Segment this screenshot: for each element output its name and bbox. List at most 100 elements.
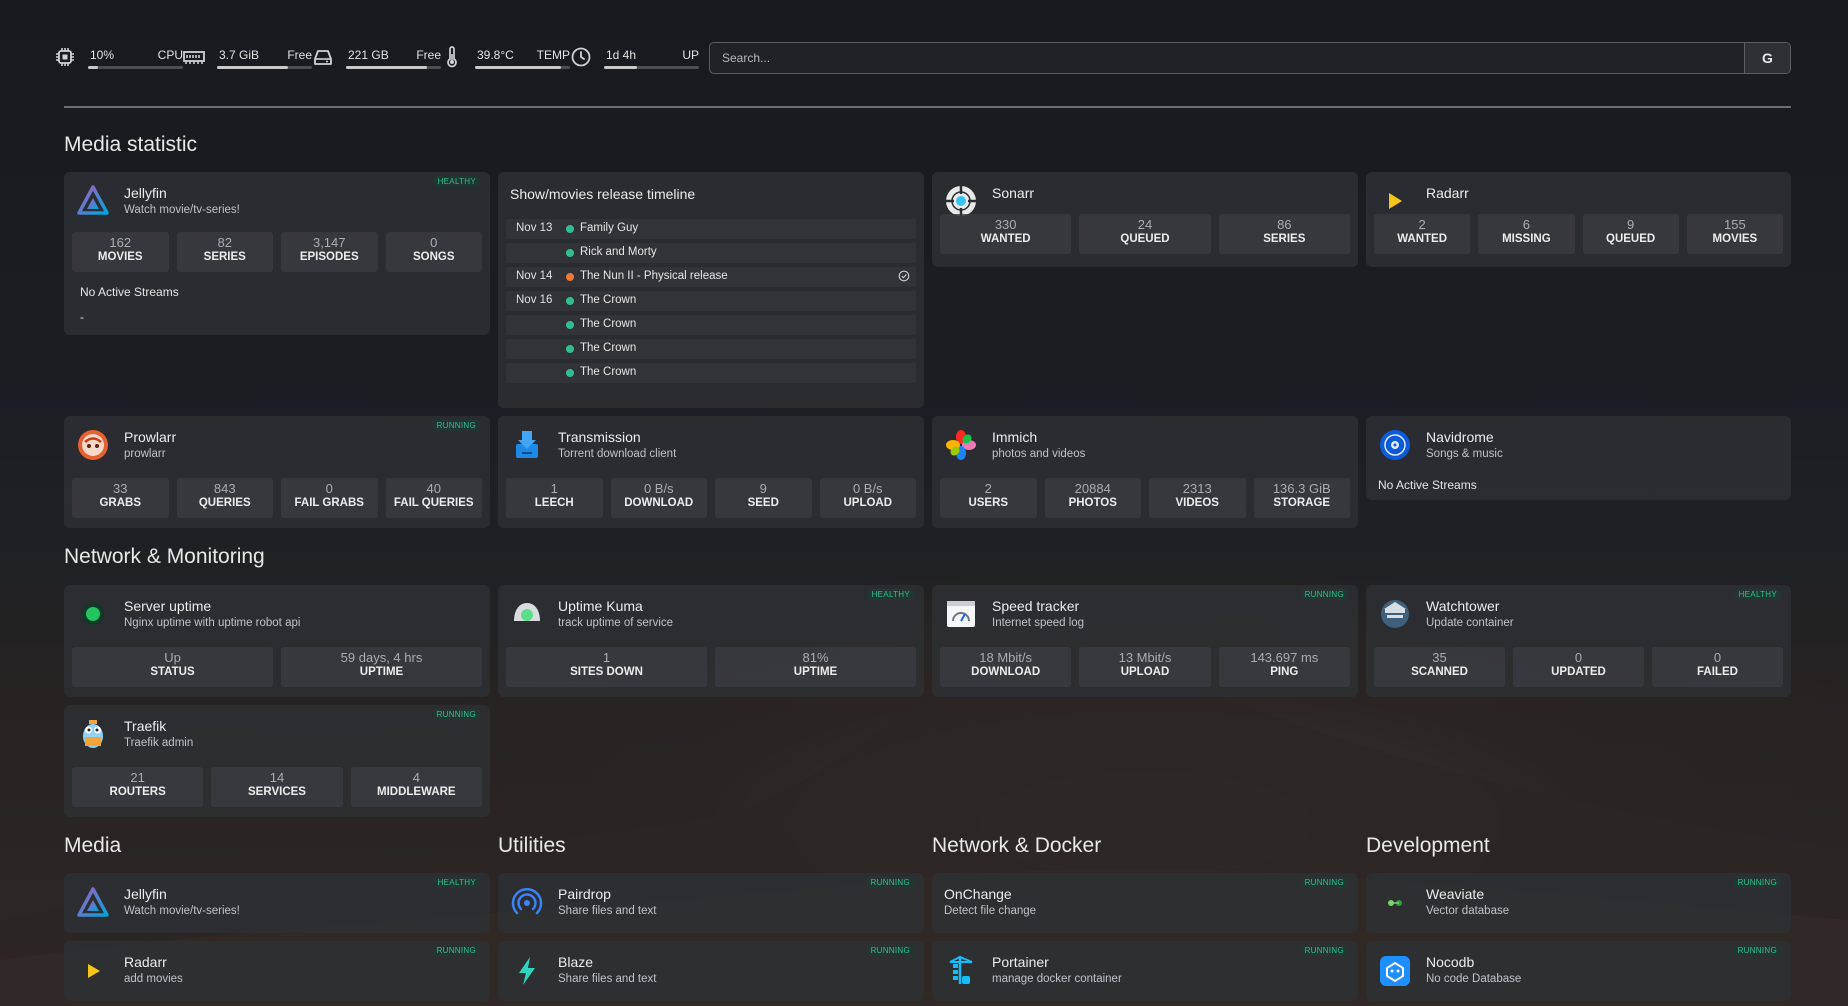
app-name: Navidrome [1426, 429, 1494, 445]
jellyfin-card[interactable]: HEALTHY Jellyfin Watch movie/tv-series! … [64, 172, 490, 335]
broadcast-icon [511, 887, 543, 915]
ram-label: Free [287, 48, 312, 62]
radarr-app-card[interactable]: RUNNING Radarr add movies [64, 941, 490, 1001]
stat-value: 2313 [1182, 481, 1212, 496]
ram-value: 3.7 GiB [219, 48, 260, 62]
timeline-row[interactable]: The Crown [506, 315, 916, 335]
uptime-kuma-card[interactable]: HEALTHY Uptime Kuma track uptime of serv… [498, 585, 924, 697]
server-uptime-card[interactable]: Server uptime Nginx uptime with uptime r… [64, 585, 490, 697]
portainer-app-card[interactable]: RUNNING Portainer manage docker containe… [932, 941, 1358, 1001]
stat-label: UPTIME [793, 666, 838, 678]
app-name: Transmission [558, 429, 641, 445]
section-title-media: Media [64, 834, 122, 857]
stat-label: WANTED [1397, 233, 1448, 245]
stat-label: GRABS [99, 497, 142, 509]
stat-status: Up STATUS [72, 647, 273, 687]
search-engine-button[interactable]: G [1744, 43, 1790, 73]
speed-tracker-card[interactable]: RUNNING Speed tracker Internet speed log… [932, 585, 1358, 697]
stat-label: MISSING [1502, 233, 1551, 245]
jellyfin-icon [77, 887, 109, 917]
stat-seed: 9 SEED [715, 478, 812, 518]
status-badge: HEALTHY [867, 589, 914, 600]
stat-grabs: 33 GRABS [72, 478, 169, 518]
app-description: Traefik admin [124, 737, 194, 749]
app-name: Portainer [992, 954, 1049, 970]
timeline-title: The Crown [580, 294, 637, 306]
app-description: track uptime of service [558, 617, 674, 629]
stat-scanned: 35 SCANNED [1374, 647, 1505, 687]
radarr-card[interactable]: Radarr 2 WANTED 6 MISSING 9 QUEUED 155 MOVIE… [1366, 172, 1791, 267]
speed-tracker-stats: 18 Mbit/s DOWNLOAD 13 Mbit/s UPLOAD 143.69… [940, 647, 1350, 687]
app-description: Torrent download client [558, 448, 677, 460]
timeline-row[interactable]: The Crown [506, 363, 916, 383]
stat-label: MOVIES [97, 251, 143, 263]
app-name: Server uptime [124, 598, 212, 614]
traefik-card[interactable]: RUNNING Traefik Traefik admin 21 ROUTERS … [64, 705, 490, 817]
stat-queries: 843 QUERIES [176, 478, 273, 518]
portainer-crane-icon [949, 955, 973, 984]
navidrome-card[interactable]: Navidrome Songs & music No Active Stream… [1366, 416, 1791, 500]
app-description: Internet speed log [992, 617, 1085, 629]
stat-failed: 0 FAILED [1652, 647, 1783, 687]
traefik-gopher-icon [83, 720, 103, 748]
prowlarr-card[interactable]: RUNNING Prowlarr prowlarr 33 GRABS 843 QUE… [64, 416, 490, 528]
search-input[interactable] [710, 43, 1744, 73]
sonarr-icon [946, 186, 976, 216]
timeline-row[interactable]: Nov 14 The Nun II - Physical release [506, 267, 916, 287]
immich-card[interactable]: Immich photos and videos 2 USERS 20884 PHO… [932, 416, 1358, 528]
onchange-app-card[interactable]: RUNNING OnChange Detect file change [932, 873, 1358, 933]
app-description: prowlarr [124, 448, 166, 460]
transmission-icon [516, 431, 538, 458]
app-description: photos and videos [992, 448, 1086, 460]
weaviate-app-card[interactable]: RUNNING Weaviate Vector database [1366, 873, 1791, 933]
stat-value: 14 [269, 770, 285, 785]
stat-value: 6 [1522, 217, 1530, 232]
radarr-play-icon [88, 964, 100, 978]
status-badge: HEALTHY [1734, 589, 1781, 600]
timeline-row[interactable]: Nov 16 The Crown [506, 291, 916, 311]
transmission-card[interactable]: Transmission Torrent download client 1 LE… [498, 416, 924, 528]
pairdrop-app-card[interactable]: RUNNING Pairdrop Share files and text [498, 873, 924, 933]
timeline-title: Family Guy [580, 222, 639, 234]
app-name: Radarr [1426, 185, 1469, 201]
timeline-date: Nov 13 [516, 222, 553, 234]
stat-value: 33 [113, 481, 128, 496]
stat-ping: 143.697 ms PING [1218, 647, 1350, 687]
sonarr-card[interactable]: Sonarr 330 WANTED 24 QUEUED 86 SERIES [932, 172, 1358, 267]
stat-series: 86 SERIES [1218, 214, 1350, 254]
timeline-row[interactable]: Rick and Morty [506, 243, 916, 263]
section-title-development: Development [1366, 834, 1490, 857]
jellyfin-app-card[interactable]: HEALTHY Jellyfin Watch movie/tv-series! [64, 873, 490, 933]
stat-series: 82 SERIES [176, 232, 273, 272]
ram-bar [217, 66, 312, 69]
stat-leech: 1 LEECH [506, 478, 603, 518]
temperature-bar [475, 66, 570, 69]
timeline-date: Nov 16 [516, 294, 553, 306]
stat-value: 86 [1277, 217, 1292, 232]
stat-value: 0 [1713, 650, 1722, 665]
status-dot [566, 369, 574, 377]
active-streams-text: No Active Streams [1378, 478, 1477, 492]
status-badge: RUNNING [1300, 877, 1348, 888]
stat-value: 1 [550, 481, 558, 496]
stat-label: MIDDLEWARE [377, 786, 456, 798]
stat-label: QUEUED [1606, 233, 1656, 245]
lightning-icon [519, 957, 535, 985]
app-description: Detect file change [944, 905, 1037, 917]
stat-label: SERVICES [248, 786, 306, 798]
stat-fail-grabs: 0 FAIL GRABS [281, 478, 378, 518]
stat-value: 13 Mbit/s [1118, 650, 1172, 665]
stat-value: 35 [1432, 650, 1447, 665]
status-dot [566, 321, 574, 329]
stat-queued: 9 QUEUED [1582, 214, 1679, 254]
stat-queued: 24 QUEUED [1079, 214, 1211, 254]
app-description: Share files and text [558, 905, 657, 917]
timeline-title: The Crown [580, 318, 637, 330]
timeline-row[interactable]: Nov 13 Family Guy [506, 219, 916, 239]
nocodb-app-card[interactable]: RUNNING Nocodb No code Database [1366, 941, 1791, 1001]
timeline-row[interactable]: The Crown [506, 339, 916, 359]
watchtower-card[interactable]: HEALTHY Watchtower Update container 35 SC… [1366, 585, 1791, 697]
blaze-app-card[interactable]: RUNNING Blaze Share files and text [498, 941, 924, 1001]
release-timeline-card: Show/movies release timeline Nov 13 Famil… [498, 172, 924, 408]
radarr-play-icon [1389, 193, 1402, 209]
